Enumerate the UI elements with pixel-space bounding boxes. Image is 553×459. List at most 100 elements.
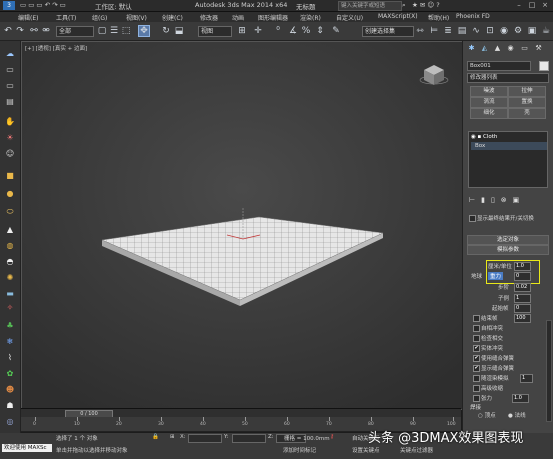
menu-animation[interactable]: 动画 [232, 13, 244, 22]
hierarchy-tab-icon[interactable]: ▲ [493, 44, 502, 53]
layer-manager-icon[interactable]: ≣ [442, 25, 454, 37]
stack-item-box[interactable]: Box [471, 142, 547, 150]
shell-button[interactable]: 壳 [508, 108, 546, 119]
lights-icon[interactable]: ☀ [4, 133, 16, 143]
x-coordinate-field[interactable] [188, 434, 222, 443]
percent-snap-icon[interactable]: % [300, 25, 312, 37]
select-rotate-icon[interactable]: ↻ [160, 25, 172, 37]
check-advanced-pinching[interactable] [473, 385, 480, 392]
stack-item-cloth[interactable]: ◉ ▪ Cloth [471, 133, 543, 141]
render-sim-spinner[interactable]: 1 [520, 374, 533, 383]
menu-view[interactable]: 视图(V) [126, 13, 147, 22]
panel-scrollbar[interactable] [546, 320, 552, 422]
edit-named-sel-icon[interactable]: ✎ [330, 25, 342, 37]
display-tab-icon[interactable]: ▭ [520, 44, 529, 53]
menu-modifiers[interactable]: 修改器 [200, 13, 218, 22]
show-end-result-toggle[interactable] [469, 215, 476, 222]
rendered-frame-icon[interactable]: ▣ [526, 25, 538, 37]
menu-maxscript[interactable]: MAXScript(X) [378, 13, 418, 20]
sphere-icon[interactable]: ● [4, 189, 16, 199]
check-show-sewing-springs[interactable]: ✔ [473, 365, 480, 372]
pivot-center-icon[interactable]: ⊞ [236, 25, 248, 37]
modify-tab-icon[interactable]: ◭ [480, 44, 489, 53]
motion-tab-icon[interactable]: ◉ [506, 44, 515, 53]
cone-icon[interactable]: ▲ [4, 225, 16, 235]
rect-selection-icon[interactable]: ⬚ [120, 25, 132, 37]
create-tab-icon[interactable]: ✱ [467, 44, 476, 53]
transform-mode-icon[interactable]: ⊞ [170, 434, 175, 440]
radio-normal[interactable]: ● 法线 [508, 411, 526, 419]
check-solid-collision[interactable]: ✔ [473, 345, 480, 352]
teapot-icon[interactable]: ◓ [4, 257, 16, 267]
render-setup-icon[interactable]: ⚙ [512, 25, 524, 37]
undo-icon[interactable]: ↶ [2, 25, 14, 37]
perspective-viewport[interactable]: [+] [透视] [真实 + 边面] [21, 41, 463, 410]
menu-create[interactable]: 创建(C) [162, 13, 183, 22]
tension-spinner[interactable]: 1.0 [512, 394, 529, 403]
infocenter-icons[interactable]: ★ ✉ ☺ ? [412, 1, 440, 9]
object-name-field[interactable]: Box001 [467, 61, 531, 71]
maxscript-listener[interactable]: 欢迎使用 MAXSc [2, 444, 52, 452]
menu-group[interactable]: 组(G) [92, 13, 107, 22]
menu-tools[interactable]: 工具(T) [56, 13, 76, 22]
menu-edit[interactable]: 编辑(E) [18, 13, 38, 22]
select-manipulate-icon[interactable]: ✛ [252, 25, 264, 37]
character-icon[interactable]: ☻ [4, 385, 16, 395]
menu-rendering[interactable]: 渲染(R) [300, 13, 321, 22]
geosphere-icon[interactable]: ✺ [4, 273, 16, 283]
stack-tools[interactable]: ⊢▮▯⊗▣ [469, 196, 545, 206]
simulation-params-rollout[interactable]: 模拟参数 [467, 245, 549, 255]
radio-vertex[interactable]: ○ 顶点 [478, 411, 496, 419]
key-icon[interactable]: ⚷ [330, 434, 334, 440]
render-icon[interactable]: ☕ [540, 25, 552, 37]
plane-icon[interactable]: ▬ [4, 289, 16, 299]
stretch-button[interactable]: 拉伸 [508, 86, 546, 97]
redo-icon[interactable]: ↷ [14, 25, 26, 37]
tree-icon[interactable]: ♣ [4, 321, 16, 331]
check-intersections[interactable] [473, 335, 480, 342]
hierarchy-icon[interactable]: ▭ [4, 65, 16, 75]
selection-filter-dropdown[interactable]: 全部 [56, 26, 94, 37]
app-logo-icon[interactable]: 3 [3, 1, 15, 10]
cylinder-icon[interactable]: ⬭ [4, 207, 16, 217]
helper-icon[interactable]: ✧ [4, 303, 16, 313]
schematic-icon[interactable]: ⊡ [484, 25, 496, 37]
twist-button[interactable]: 涡流 [470, 97, 508, 108]
select-scale-icon[interactable]: ⬓ [173, 25, 185, 37]
material-editor-icon[interactable]: ◉ [498, 25, 510, 37]
walk-icon[interactable]: ✋ [4, 117, 16, 127]
angle-snap-icon[interactable]: ∡ [287, 25, 299, 37]
particle-icon[interactable]: ❄ [4, 337, 16, 347]
torus-icon[interactable]: ◍ [4, 241, 16, 251]
motion-icon[interactable]: ▭ [4, 81, 16, 91]
mirror-icon[interactable]: ⇿ [414, 25, 426, 37]
check-use-sewing-springs[interactable]: ✔ [473, 355, 480, 362]
unlink-icon[interactable]: ⚮ [40, 25, 52, 37]
menu-help[interactable]: 帮助(H) [428, 13, 449, 22]
select-object-icon[interactable]: ▢ [96, 25, 108, 37]
bone-icon[interactable]: ⌇ [4, 353, 16, 363]
y-coordinate-field[interactable] [232, 434, 266, 443]
check-self-collision[interactable] [473, 325, 480, 332]
align-icon[interactable]: ⊨ [428, 25, 440, 37]
menu-graph-editors[interactable]: 图形编辑器 [258, 13, 288, 22]
camera-icon[interactable]: ☺ [4, 149, 16, 159]
ref-coord-dropdown[interactable]: 视图 [198, 26, 232, 37]
spinner-snap-icon[interactable]: ⇕ [314, 25, 326, 37]
search-icon[interactable]: ⌕ [402, 1, 406, 10]
utilities-tab-icon[interactable]: ⚒ [534, 44, 543, 53]
select-by-name-icon[interactable]: ☰ [108, 25, 120, 37]
tessellate-button[interactable]: 细化 [470, 108, 508, 119]
quick-access-icons[interactable]: ▭ ▭ ▭ ↶ ↷ ▭ [20, 1, 66, 9]
modifier-list-dropdown[interactable]: 修改器列表 [467, 73, 549, 83]
lightbulb-icon[interactable]: ◉ [471, 134, 476, 140]
foliage-icon[interactable]: ✿ [4, 369, 16, 379]
noise-button[interactable]: 噪波 [470, 86, 508, 97]
start-frame-spinner[interactable]: 0 [514, 304, 531, 313]
menu-phoenix[interactable]: Phoenix FD [456, 13, 490, 20]
step-spinner[interactable]: 0.02 [514, 283, 531, 292]
named-selection-dropdown[interactable]: 创建选择集 [362, 26, 414, 37]
graphite-icon[interactable]: ▤ [456, 25, 468, 37]
curve-editor-icon[interactable]: ∿ [470, 25, 482, 37]
earth-label[interactable]: 地球 [471, 272, 482, 280]
